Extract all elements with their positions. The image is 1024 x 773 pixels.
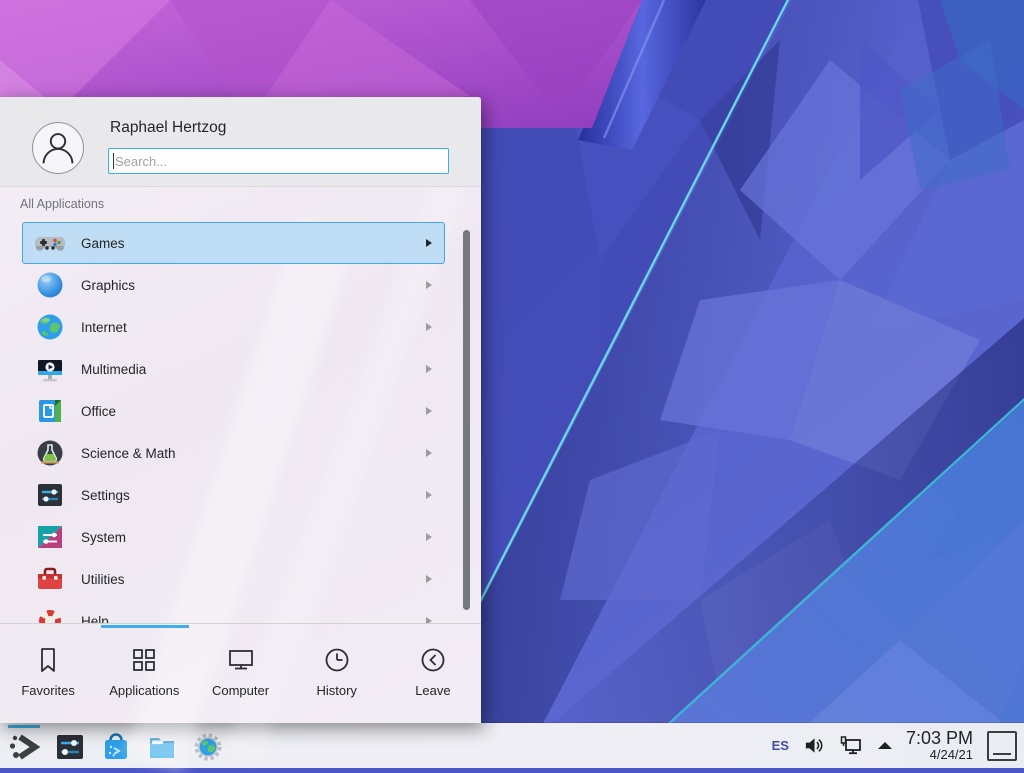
multimedia-icon bbox=[34, 353, 66, 385]
clock-date: 4/24/21 bbox=[906, 748, 973, 762]
taskbar-panel: ES 7:03 PM 4/24/21 bbox=[0, 723, 1024, 768]
submenu-arrow-icon bbox=[426, 239, 432, 247]
tab-leave[interactable]: Leave bbox=[385, 624, 481, 724]
folder-icon bbox=[146, 731, 178, 763]
text-cursor bbox=[113, 153, 114, 169]
clock-time: 7:03 PM bbox=[906, 729, 973, 748]
application-launcher-button[interactable] bbox=[8, 731, 40, 763]
category-label: Graphics bbox=[81, 278, 426, 293]
keyboard-layout-indicator[interactable]: ES bbox=[772, 738, 789, 753]
expand-tray-icon[interactable] bbox=[878, 742, 892, 749]
tab-label: Favorites bbox=[21, 683, 74, 698]
digital-clock[interactable]: 7:03 PM 4/24/21 bbox=[906, 729, 973, 762]
globe-icon bbox=[34, 311, 66, 343]
network-icon[interactable] bbox=[840, 734, 864, 758]
submenu-arrow-icon bbox=[426, 491, 432, 499]
submenu-arrow-icon bbox=[426, 365, 432, 373]
launcher-tabbar: Favorites Applications Computer bbox=[0, 623, 481, 724]
monitor-icon bbox=[226, 645, 256, 675]
tab-label: History bbox=[316, 683, 356, 698]
office-icon bbox=[34, 395, 66, 427]
system-icon bbox=[34, 521, 66, 553]
section-label: All Applications bbox=[20, 197, 104, 211]
category-label: Games bbox=[81, 236, 426, 251]
show-desktop-button[interactable] bbox=[987, 731, 1017, 761]
category-label: Utilities bbox=[81, 572, 426, 587]
tab-label: Applications bbox=[109, 683, 179, 698]
tab-computer[interactable]: Computer bbox=[192, 624, 288, 724]
gamepad-icon bbox=[34, 227, 66, 259]
category-graphics[interactable]: Graphics bbox=[22, 264, 445, 306]
category-help[interactable]: Help bbox=[22, 600, 445, 623]
submenu-arrow-icon bbox=[426, 575, 432, 583]
tab-label: Leave bbox=[415, 683, 450, 698]
launcher-header: Raphael Hertzog bbox=[0, 97, 481, 187]
category-label: Settings bbox=[81, 488, 426, 503]
kde-launcher-icon bbox=[8, 731, 40, 763]
applications-list: All Applications Games bbox=[0, 186, 481, 623]
active-tab-indicator bbox=[101, 625, 189, 628]
submenu-arrow-icon bbox=[426, 407, 432, 415]
search-field-wrap bbox=[108, 148, 449, 174]
tab-favorites[interactable]: Favorites bbox=[0, 624, 96, 724]
search-input[interactable] bbox=[108, 148, 449, 174]
submenu-arrow-icon bbox=[426, 533, 432, 541]
bookmark-icon bbox=[33, 645, 63, 675]
system-settings-button[interactable] bbox=[54, 731, 86, 763]
category-utilities[interactable]: Utilities bbox=[22, 558, 445, 600]
category-label: Multimedia bbox=[81, 362, 426, 377]
lifebuoy-icon bbox=[34, 605, 66, 623]
category-multimedia[interactable]: Multimedia bbox=[22, 348, 445, 390]
category-label: Science & Math bbox=[81, 446, 426, 461]
system-tray: ES 7:03 PM 4/24/21 bbox=[772, 729, 1024, 762]
category-science-math[interactable]: Science & Math bbox=[22, 432, 445, 474]
scrollbar[interactable] bbox=[463, 230, 470, 610]
active-task-indicator bbox=[8, 725, 40, 728]
application-launcher-popup: Raphael Hertzog All Applications bbox=[0, 97, 481, 723]
category-games[interactable]: Games bbox=[22, 222, 445, 264]
grid-icon bbox=[129, 645, 159, 675]
avatar[interactable] bbox=[32, 122, 84, 174]
category-system[interactable]: System bbox=[22, 516, 445, 558]
category-label: Internet bbox=[81, 320, 426, 335]
category-label: Office bbox=[81, 404, 426, 419]
system-settings-icon bbox=[54, 731, 86, 763]
sliders-icon bbox=[34, 479, 66, 511]
category-office[interactable]: Office bbox=[22, 390, 445, 432]
submenu-arrow-icon bbox=[426, 281, 432, 289]
toolbox-icon bbox=[34, 563, 66, 595]
tab-label: Computer bbox=[212, 683, 269, 698]
web-browser-button[interactable] bbox=[192, 731, 224, 763]
category-settings[interactable]: Settings bbox=[22, 474, 445, 516]
category-label: System bbox=[81, 530, 426, 545]
category-label: Help bbox=[81, 614, 426, 624]
discover-button[interactable] bbox=[100, 731, 132, 763]
discover-icon bbox=[100, 731, 132, 763]
volume-icon[interactable] bbox=[803, 734, 826, 757]
flask-icon bbox=[34, 437, 66, 469]
tab-applications[interactable]: Applications bbox=[96, 624, 192, 724]
tab-history[interactable]: History bbox=[289, 624, 385, 724]
web-browser-icon bbox=[192, 731, 224, 763]
leave-icon bbox=[418, 645, 448, 675]
file-manager-button[interactable] bbox=[146, 731, 178, 763]
clock-icon bbox=[322, 645, 352, 675]
submenu-arrow-icon bbox=[426, 323, 432, 331]
sphere-icon bbox=[34, 269, 66, 301]
category-internet[interactable]: Internet bbox=[22, 306, 445, 348]
user-name: Raphael Hertzog bbox=[110, 119, 226, 137]
submenu-arrow-icon bbox=[426, 449, 432, 457]
desktop: { "launcher": { "user_name": "Raphael He… bbox=[0, 0, 1024, 768]
